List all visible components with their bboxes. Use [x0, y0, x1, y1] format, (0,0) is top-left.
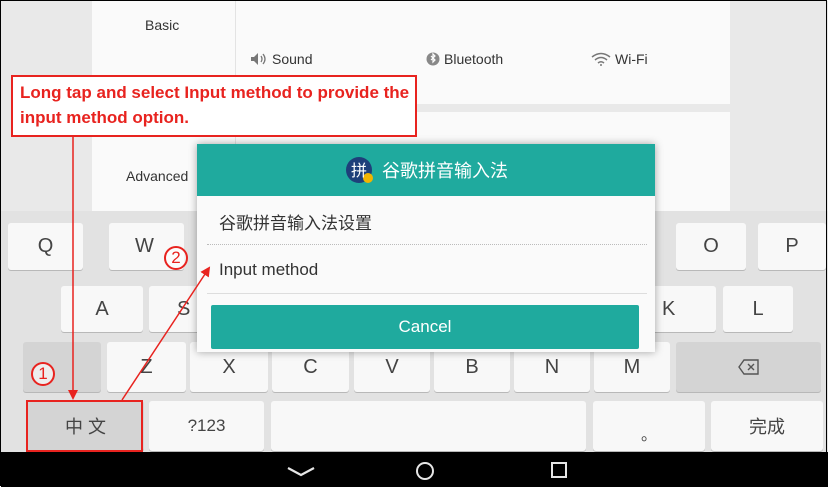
screenshot-frame — [0, 0, 827, 486]
